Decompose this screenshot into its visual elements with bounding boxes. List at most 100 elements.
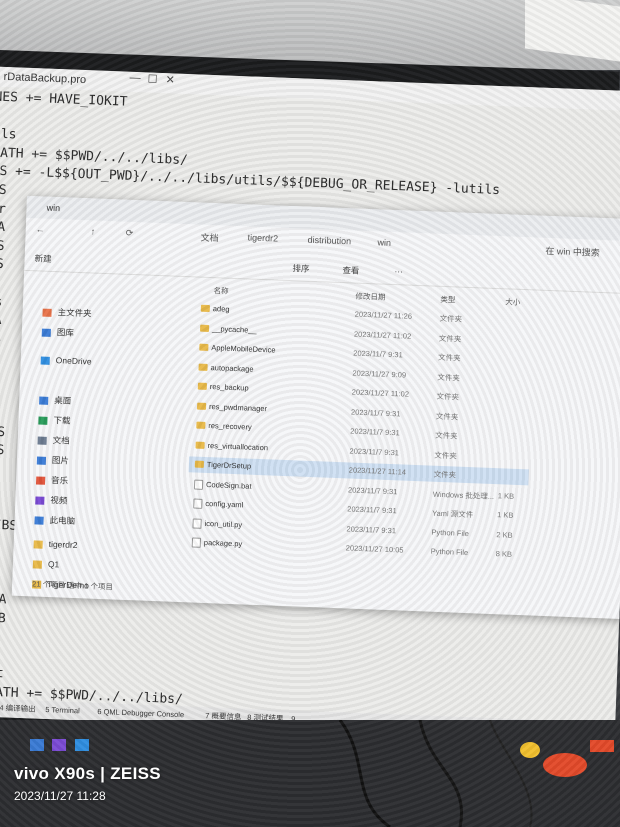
sidebar-item[interactable]: 图库 [41, 325, 75, 340]
file-date: 2023/11/27 10:05 [345, 543, 404, 555]
folder-icon [196, 402, 207, 410]
file-name: res_pwdmanager [208, 401, 268, 413]
maximize-icon[interactable]: ☐ [147, 72, 157, 85]
monitor-screen: rDataBackup.pro — ☐ ✕ FINES += HAVE_IOKI… [0, 66, 620, 741]
sidebar-item[interactable]: Q1 [32, 556, 60, 571]
sidebar-item[interactable]: 视频 [35, 492, 68, 507]
sidebar-item-label: 音乐 [50, 475, 69, 486]
up-icon[interactable]: ↑ [91, 226, 96, 236]
sidebar-item[interactable]: tigerdr2 [33, 536, 78, 552]
file-name: TigerDrSetup [206, 460, 252, 471]
sidebar-item[interactable]: 音乐 [35, 472, 69, 487]
search-input[interactable]: 在 win 中搜索 [545, 244, 600, 259]
file-date: 2023/11/7 9:31 [349, 445, 400, 457]
breadcrumb-2[interactable]: distribution [307, 235, 351, 247]
camera-model: vivo X90s | ZEISS [14, 764, 161, 783]
folder-icon [32, 560, 43, 569]
folder-icon [200, 304, 210, 312]
sidebar-item-label: tigerdr2 [48, 538, 78, 551]
file-date: 2023/11/27 11:26 [354, 309, 413, 321]
file-date: 2023/11/7 9:31 [350, 407, 401, 418]
folder-icon [199, 343, 209, 351]
file-name: __pycache__ [211, 323, 257, 335]
back-icon[interactable]: ← [36, 224, 45, 234]
file-type: 文件夹 [439, 313, 463, 324]
file-name: autopackage [210, 362, 254, 374]
file-name: config.yaml [205, 498, 244, 510]
sidebar-item-label: 此电脑 [49, 515, 76, 526]
refresh-icon[interactable]: ⟳ [125, 228, 134, 239]
music-icon [35, 476, 46, 485]
column-type[interactable]: 类型 [440, 294, 455, 306]
new-button[interactable]: 新建 [34, 252, 51, 265]
file-date: 2023/11/7 9:31 [350, 426, 400, 438]
photo-timestamp: 2023/11/27 11:28 [14, 789, 106, 803]
breadcrumb-0[interactable]: 文档 [200, 231, 219, 245]
sidebar-item[interactable]: 文档 [37, 432, 70, 447]
file-type: 文件夹 [438, 333, 462, 344]
column-date[interactable]: 修改日期 [355, 291, 385, 303]
more-button[interactable]: ··· [394, 266, 403, 276]
file-size: 1 KB [497, 490, 515, 501]
file-name: package.py [203, 537, 243, 549]
close-icon[interactable]: ✕ [165, 73, 175, 86]
taskbar-icons [30, 738, 110, 752]
file-date: 2023/11/27 11:02 [351, 387, 410, 399]
sidebar-item-label: OneDrive [55, 355, 92, 367]
breadcrumb-3[interactable]: win [377, 237, 391, 248]
sidebar-item-label: Q1 [47, 558, 60, 570]
file-date: 2023/11/27 11:02 [353, 329, 412, 341]
minimize-icon[interactable]: — [129, 72, 140, 84]
file-icon [191, 537, 202, 548]
sidebar-item-label: 图片 [51, 455, 70, 466]
gallery-icon [41, 328, 51, 337]
sidebar-item[interactable]: 此电脑 [34, 512, 75, 528]
sidebar-item[interactable]: 主文件夹 [42, 305, 92, 321]
file-type: Yaml 源文件 [431, 508, 474, 520]
sidebar-item[interactable]: 下载 [38, 413, 71, 428]
download-icon [38, 416, 48, 425]
sidebar-item[interactable]: 桌面 [39, 393, 72, 408]
computer-icon [34, 516, 44, 525]
folder-icon [33, 540, 43, 549]
camera-watermark: vivo X90s | ZEISS 2023/11/27 11:28 [14, 764, 161, 803]
cables-and-objects [338, 720, 614, 827]
file-name: adeg [212, 304, 230, 314]
file-icon [193, 479, 204, 490]
column-name[interactable]: 名称 [213, 285, 228, 297]
breadcrumb-1[interactable]: tigerdr2 [247, 232, 278, 243]
file-type: Windows 批处理... [432, 489, 495, 501]
file-explorer-window: win ← ↑ ⟳ 文档 tigerdr2 distribution win 在… [11, 195, 620, 620]
file-type: 文件夹 [433, 469, 457, 480]
file-name: res_backup [209, 382, 249, 393]
sidebar-item[interactable]: OneDrive [40, 353, 92, 369]
document-icon [37, 436, 47, 445]
cloud-icon [40, 356, 50, 365]
file-date: 2023/11/7 9:31 [347, 484, 398, 496]
file-size: 2 KB [496, 529, 513, 540]
view-button[interactable]: 查看 [342, 264, 359, 277]
file-size: 8 KB [495, 549, 513, 559]
sidebar-item-label: 桌面 [54, 395, 72, 406]
sort-button[interactable]: 排序 [292, 262, 309, 275]
file-type: 文件夹 [437, 372, 461, 383]
file-type: 文件夹 [434, 430, 458, 441]
folder-icon [196, 421, 206, 429]
sidebar-item-label: 下载 [53, 415, 71, 426]
column-size[interactable]: 大小 [505, 296, 520, 308]
desktop-icon [39, 396, 49, 405]
file-date: 2023/11/27 11:14 [348, 465, 407, 477]
file-type: 文件夹 [434, 450, 458, 461]
file-type: 文件夹 [435, 411, 459, 422]
file-name: AppleMobileDevice [211, 343, 276, 355]
sidebar-item-label: 文档 [52, 435, 70, 446]
file-name: res_virtuallocation [207, 440, 269, 452]
sidebar-item[interactable]: 图片 [36, 452, 70, 467]
navigation-pane: 主文件夹 图库 OneDrive 桌面 下载 文档 图片 音乐 视频 此电脑 tigerdr2 Q1 T… [13, 274, 194, 591]
output-tab[interactable]: 5 Terminal [45, 701, 80, 720]
output-tab[interactable]: 4 编译输出 [0, 699, 36, 718]
folder-icon [194, 460, 205, 468]
folder-icon [199, 324, 210, 332]
folder-icon [198, 363, 208, 371]
file-icon [192, 518, 202, 529]
